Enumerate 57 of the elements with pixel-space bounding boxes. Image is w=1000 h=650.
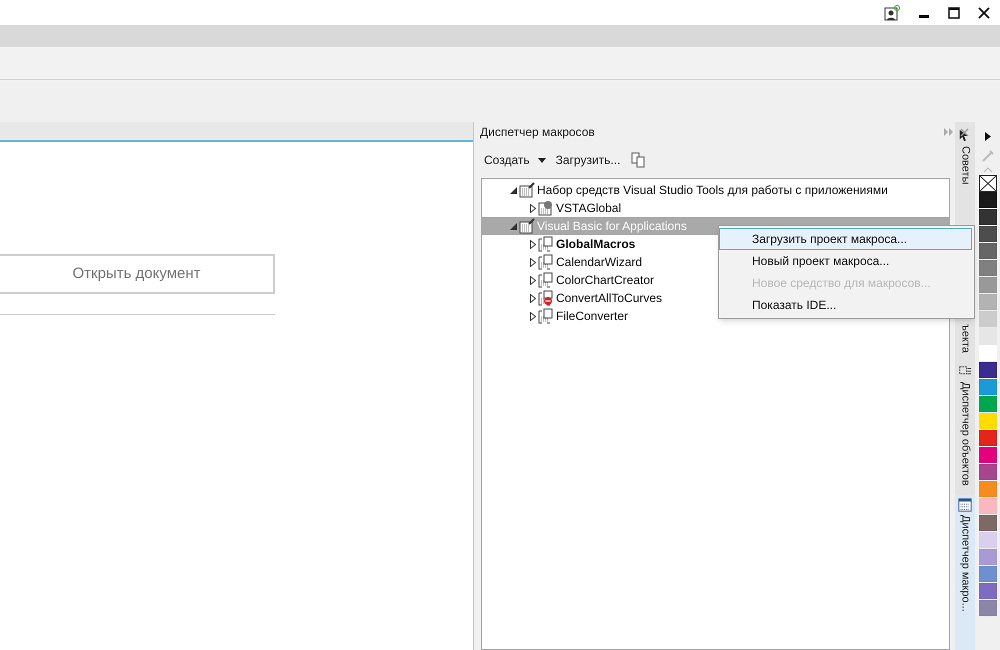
- color-swatch[interactable]: [978, 379, 996, 396]
- account-icon[interactable]: [884, 4, 900, 20]
- color-swatch[interactable]: [978, 413, 996, 430]
- expanded-arrow-icon[interactable]: [510, 186, 517, 194]
- color-swatch[interactable]: [978, 481, 996, 498]
- close-icon[interactable]: [960, 128, 969, 136]
- color-swatch[interactable]: [978, 311, 996, 328]
- open-document-button[interactable]: Открыть документ: [0, 254, 275, 294]
- blocked-project-icon: [538, 290, 554, 306]
- close-icon[interactable]: [978, 6, 990, 18]
- color-swatch[interactable]: [978, 549, 996, 566]
- side-tab[interactable]: ъекта: [955, 321, 975, 356]
- expanded-arrow-icon[interactable]: [510, 222, 517, 230]
- color-swatch[interactable]: [978, 532, 996, 549]
- color-swatch[interactable]: [978, 328, 996, 345]
- side-tab[interactable]: Диспетчер макро...: [955, 495, 975, 650]
- color-swatch[interactable]: [978, 498, 996, 515]
- create-dropdown[interactable]: Создать: [484, 151, 546, 169]
- color-swatch[interactable]: [978, 345, 996, 362]
- macro-project-icon: [538, 254, 554, 270]
- side-tab[interactable]: Советы: [955, 126, 975, 188]
- color-swatch[interactable]: [978, 243, 996, 260]
- docker-title: Диспетчер макросов: [480, 124, 595, 141]
- color-swatch[interactable]: [978, 430, 996, 447]
- project-group-icon: [519, 218, 535, 234]
- color-swatch[interactable]: [978, 566, 996, 583]
- tree-item[interactable]: VSTAGlobal: [482, 199, 949, 217]
- color-swatch[interactable]: [978, 583, 996, 600]
- load-button[interactable]: Загрузить...: [556, 151, 620, 169]
- caret-icon: [538, 158, 546, 162]
- macro-project-icon: [538, 272, 554, 288]
- side-tab[interactable]: Диспетчер объектов: [955, 362, 975, 490]
- color-swatch[interactable]: [978, 277, 996, 294]
- globe-project-icon: [538, 200, 554, 216]
- maximize-icon[interactable]: [948, 6, 960, 18]
- color-swatch[interactable]: [978, 515, 996, 532]
- tree-item[interactable]: Набор средств Visual Studio Tools для работы с приложениями: [482, 181, 949, 199]
- color-swatch[interactable]: [978, 192, 996, 209]
- color-swatch[interactable]: [978, 260, 996, 277]
- macro-project-icon: [538, 236, 554, 252]
- color-swatch[interactable]: [978, 362, 996, 379]
- grid-icon: [958, 498, 972, 512]
- menu-item[interactable]: Показать IDE...: [719, 294, 972, 316]
- color-swatch[interactable]: [978, 600, 996, 617]
- color-swatch[interactable]: [978, 464, 996, 481]
- copy-icon[interactable]: [630, 152, 646, 168]
- menu-item[interactable]: Новый проект макроса...: [719, 250, 972, 272]
- color-swatch[interactable]: [978, 209, 996, 226]
- no-color-swatch[interactable]: [978, 175, 996, 192]
- menu-item[interactable]: Загрузить проект макроса...: [719, 228, 972, 250]
- collapsed-arrow-icon[interactable]: [530, 204, 536, 212]
- color-swatch[interactable]: [978, 447, 996, 464]
- color-swatch[interactable]: [978, 294, 996, 311]
- macro-project-icon: [538, 308, 554, 324]
- project-group-icon: [519, 182, 535, 198]
- color-swatch[interactable]: [978, 396, 996, 413]
- color-swatch[interactable]: [978, 226, 996, 243]
